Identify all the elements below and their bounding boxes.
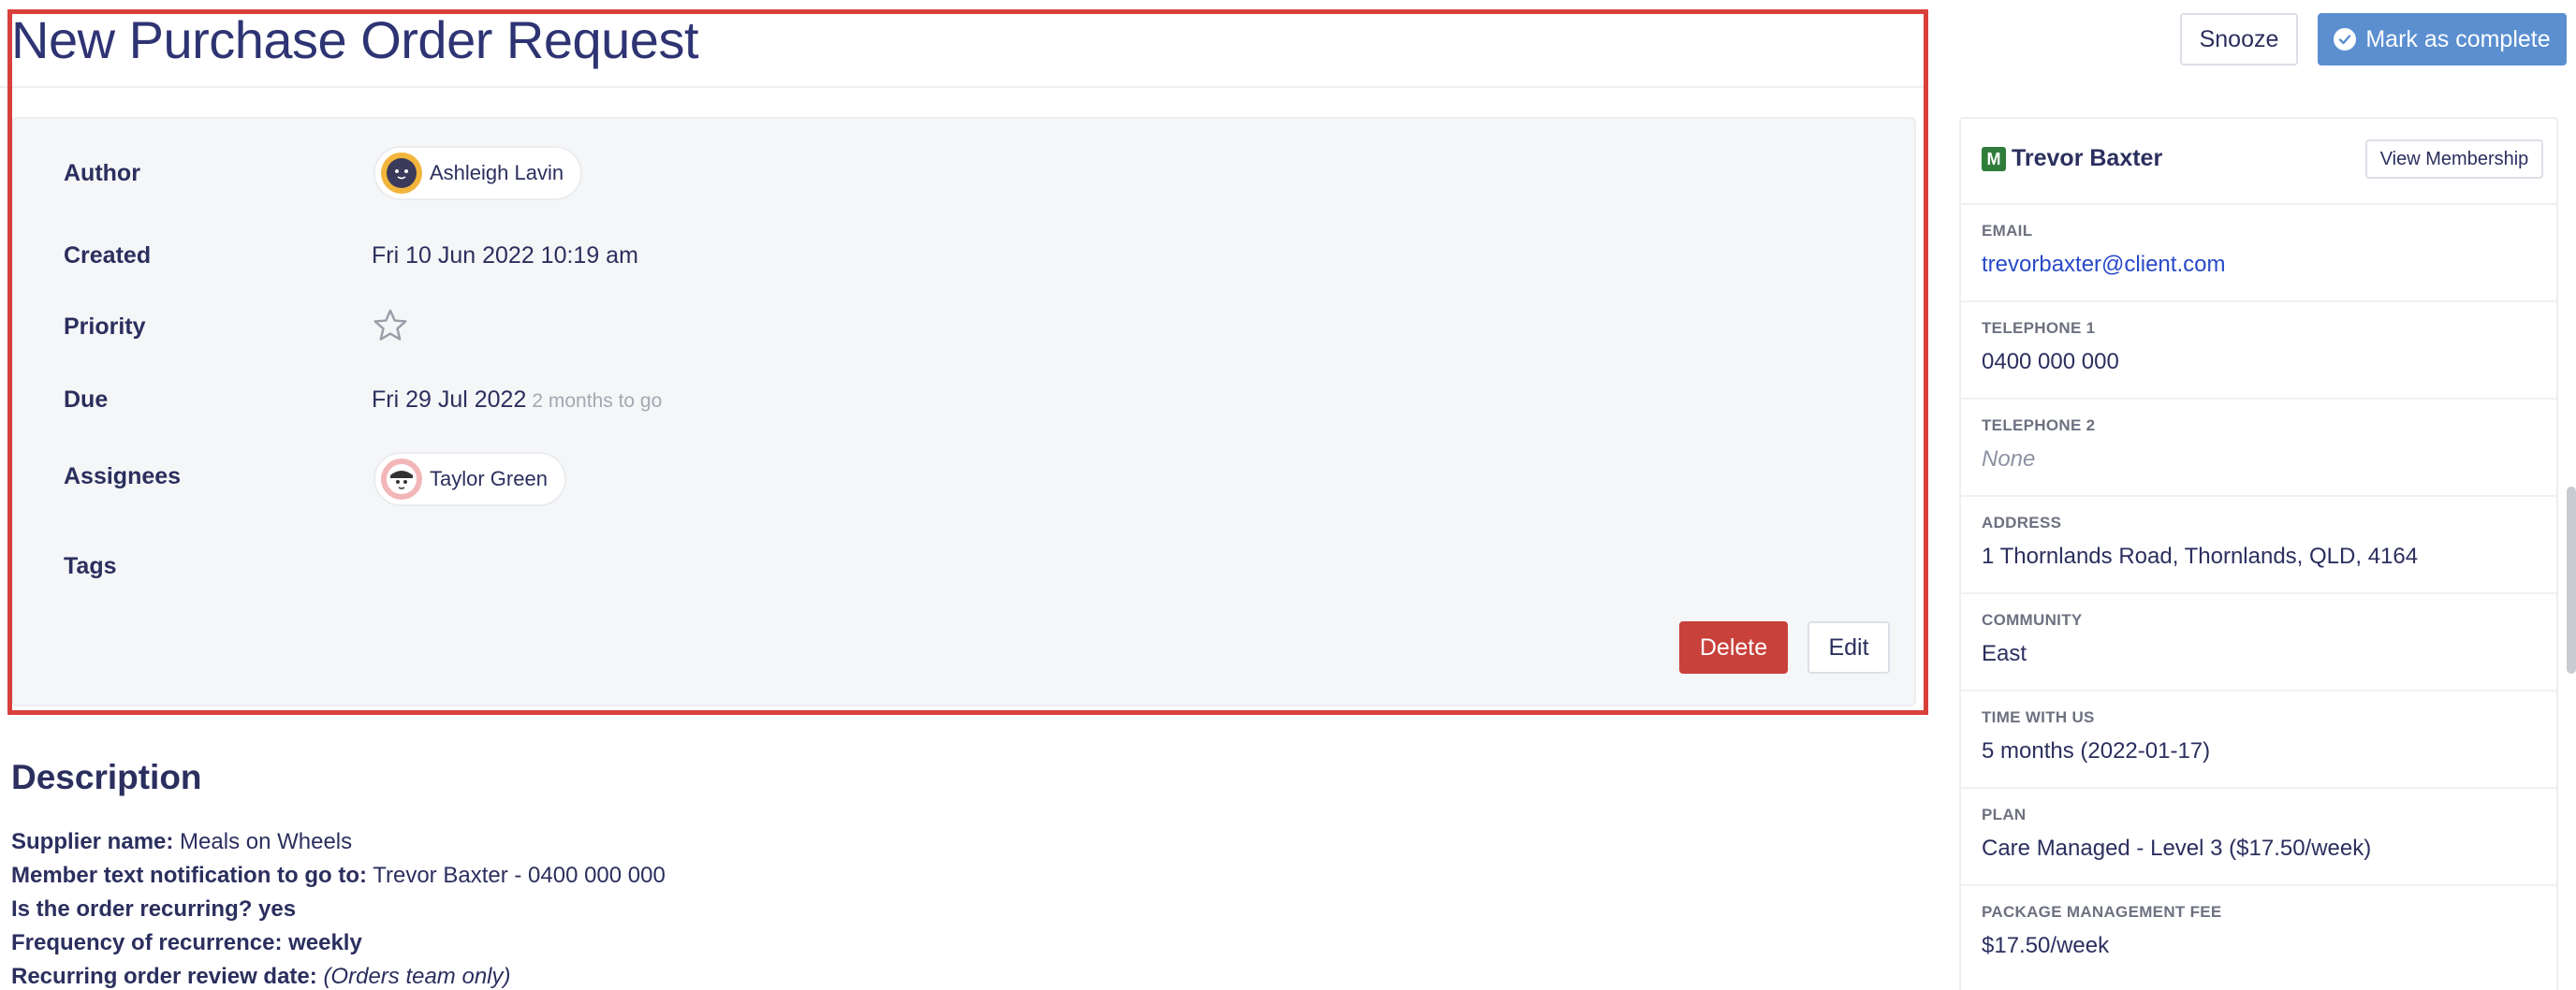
author-name: Ashleigh Lavin xyxy=(430,161,564,184)
field-value: 5 months (2022-01-17) xyxy=(1982,738,2211,764)
field-label: EMAIL xyxy=(1982,222,2033,240)
header-divider xyxy=(0,86,1928,88)
description-line: Recurring order review date: (Orders tea… xyxy=(11,964,511,990)
description-line-value: Meals on Wheels xyxy=(180,829,353,854)
field-label: COMMUNITY xyxy=(1982,611,2083,629)
member-field-telephone-1: TELEPHONE 1 0400 000 000 xyxy=(1961,302,2556,400)
description-heading: Description xyxy=(11,758,202,796)
check-circle-icon xyxy=(2334,28,2357,51)
field-label: PACKAGE MANAGEMENT FEE xyxy=(1982,903,2222,921)
tags-label: Tags xyxy=(64,553,117,579)
field-value: Care Managed - Level 3 ($17.50/week) xyxy=(1982,836,2372,861)
description-line-label: Recurring order review date: xyxy=(11,964,317,989)
member-panel: M Trevor Baxter View Membership EMAIL tr… xyxy=(1959,117,2558,990)
details-card: Author Ashleigh Lavin Created Fri 10 Jun… xyxy=(11,117,1916,706)
field-label: TIME WITH US xyxy=(1982,708,2095,726)
delete-button[interactable]: Delete xyxy=(1679,621,1788,674)
field-value: 0400 000 000 xyxy=(1982,349,2119,374)
due-relative: 2 months to go xyxy=(532,390,663,412)
due-date: Fri 29 Jul 2022 xyxy=(372,386,527,413)
mark-complete-label: Mark as complete xyxy=(2365,25,2551,52)
due-value: Fri 29 Jul 2022 2 months to go xyxy=(372,386,662,414)
member-field-community: COMMUNITY East xyxy=(1961,594,2556,692)
mark-complete-button[interactable]: Mark as complete xyxy=(2318,13,2567,66)
edit-button[interactable]: Edit xyxy=(1808,621,1890,674)
author-label: Author xyxy=(64,160,140,186)
member-field-telephone-2: TELEPHONE 2 None xyxy=(1961,400,2556,497)
description-line: Frequency of recurrence: weekly xyxy=(11,930,362,956)
field-value: $17.50/week xyxy=(1982,933,2110,958)
field-label: PLAN xyxy=(1982,806,2027,823)
member-name[interactable]: Trevor Baxter xyxy=(2012,145,2162,172)
email-link[interactable]: trevorbaxter@client.com xyxy=(1982,252,2225,278)
description-line: Supplier name: Meals on Wheels xyxy=(11,829,352,855)
author-avatar xyxy=(381,153,422,194)
member-field-package-fee: PACKAGE MANAGEMENT FEE $17.50/week xyxy=(1961,886,2556,983)
field-label: ADDRESS xyxy=(1982,514,2062,531)
assignees-label: Assignees xyxy=(64,463,182,489)
description-line-value: Trevor Baxter - 0400 000 000 xyxy=(373,863,666,888)
due-label: Due xyxy=(64,386,109,413)
created-label: Created xyxy=(64,242,152,269)
scrollbar-thumb[interactable] xyxy=(2567,487,2576,674)
author-pill[interactable]: Ashleigh Lavin xyxy=(373,146,583,200)
assignee-name: Taylor Green xyxy=(430,467,548,490)
description-line: Member text notification to go to: Trevo… xyxy=(11,863,666,889)
snooze-button[interactable]: Snooze xyxy=(2180,13,2298,66)
member-field-email: EMAIL trevorbaxter@client.com xyxy=(1961,205,2556,302)
page-title: New Purchase Order Request xyxy=(11,10,699,69)
field-label: TELEPHONE 1 xyxy=(1982,319,2096,337)
field-value: None xyxy=(1982,446,2036,472)
member-field-plan: PLAN Care Managed - Level 3 ($17.50/week… xyxy=(1961,789,2556,886)
membership-badge: M xyxy=(1982,147,2006,171)
member-header: M Trevor Baxter View Membership xyxy=(1961,119,2556,205)
assignee-pill[interactable]: Taylor Green xyxy=(373,452,566,506)
description-line-label: Supplier name: xyxy=(11,829,174,854)
description-line-label: Frequency of recurrence: weekly xyxy=(11,930,362,955)
field-label: TELEPHONE 2 xyxy=(1982,416,2096,434)
field-value: 1 Thornlands Road, Thornlands, QLD, 4164 xyxy=(1982,544,2419,569)
star-outline-icon[interactable] xyxy=(371,306,410,352)
assignee-avatar xyxy=(381,459,422,500)
view-membership-button[interactable]: View Membership xyxy=(2365,139,2543,179)
description-line-label: Is the order recurring? yes xyxy=(11,896,297,922)
description-line: Is the order recurring? yes xyxy=(11,896,296,923)
member-field-time-with-us: TIME WITH US 5 months (2022-01-17) xyxy=(1961,692,2556,789)
description-line-value: (Orders team only) xyxy=(323,964,511,989)
member-field-address: ADDRESS 1 Thornlands Road, Thornlands, Q… xyxy=(1961,497,2556,594)
field-value: East xyxy=(1982,641,2027,666)
description-line-label: Member text notification to go to: xyxy=(11,863,367,888)
priority-label: Priority xyxy=(64,313,146,340)
created-value: Fri 10 Jun 2022 10:19 am xyxy=(372,242,638,269)
